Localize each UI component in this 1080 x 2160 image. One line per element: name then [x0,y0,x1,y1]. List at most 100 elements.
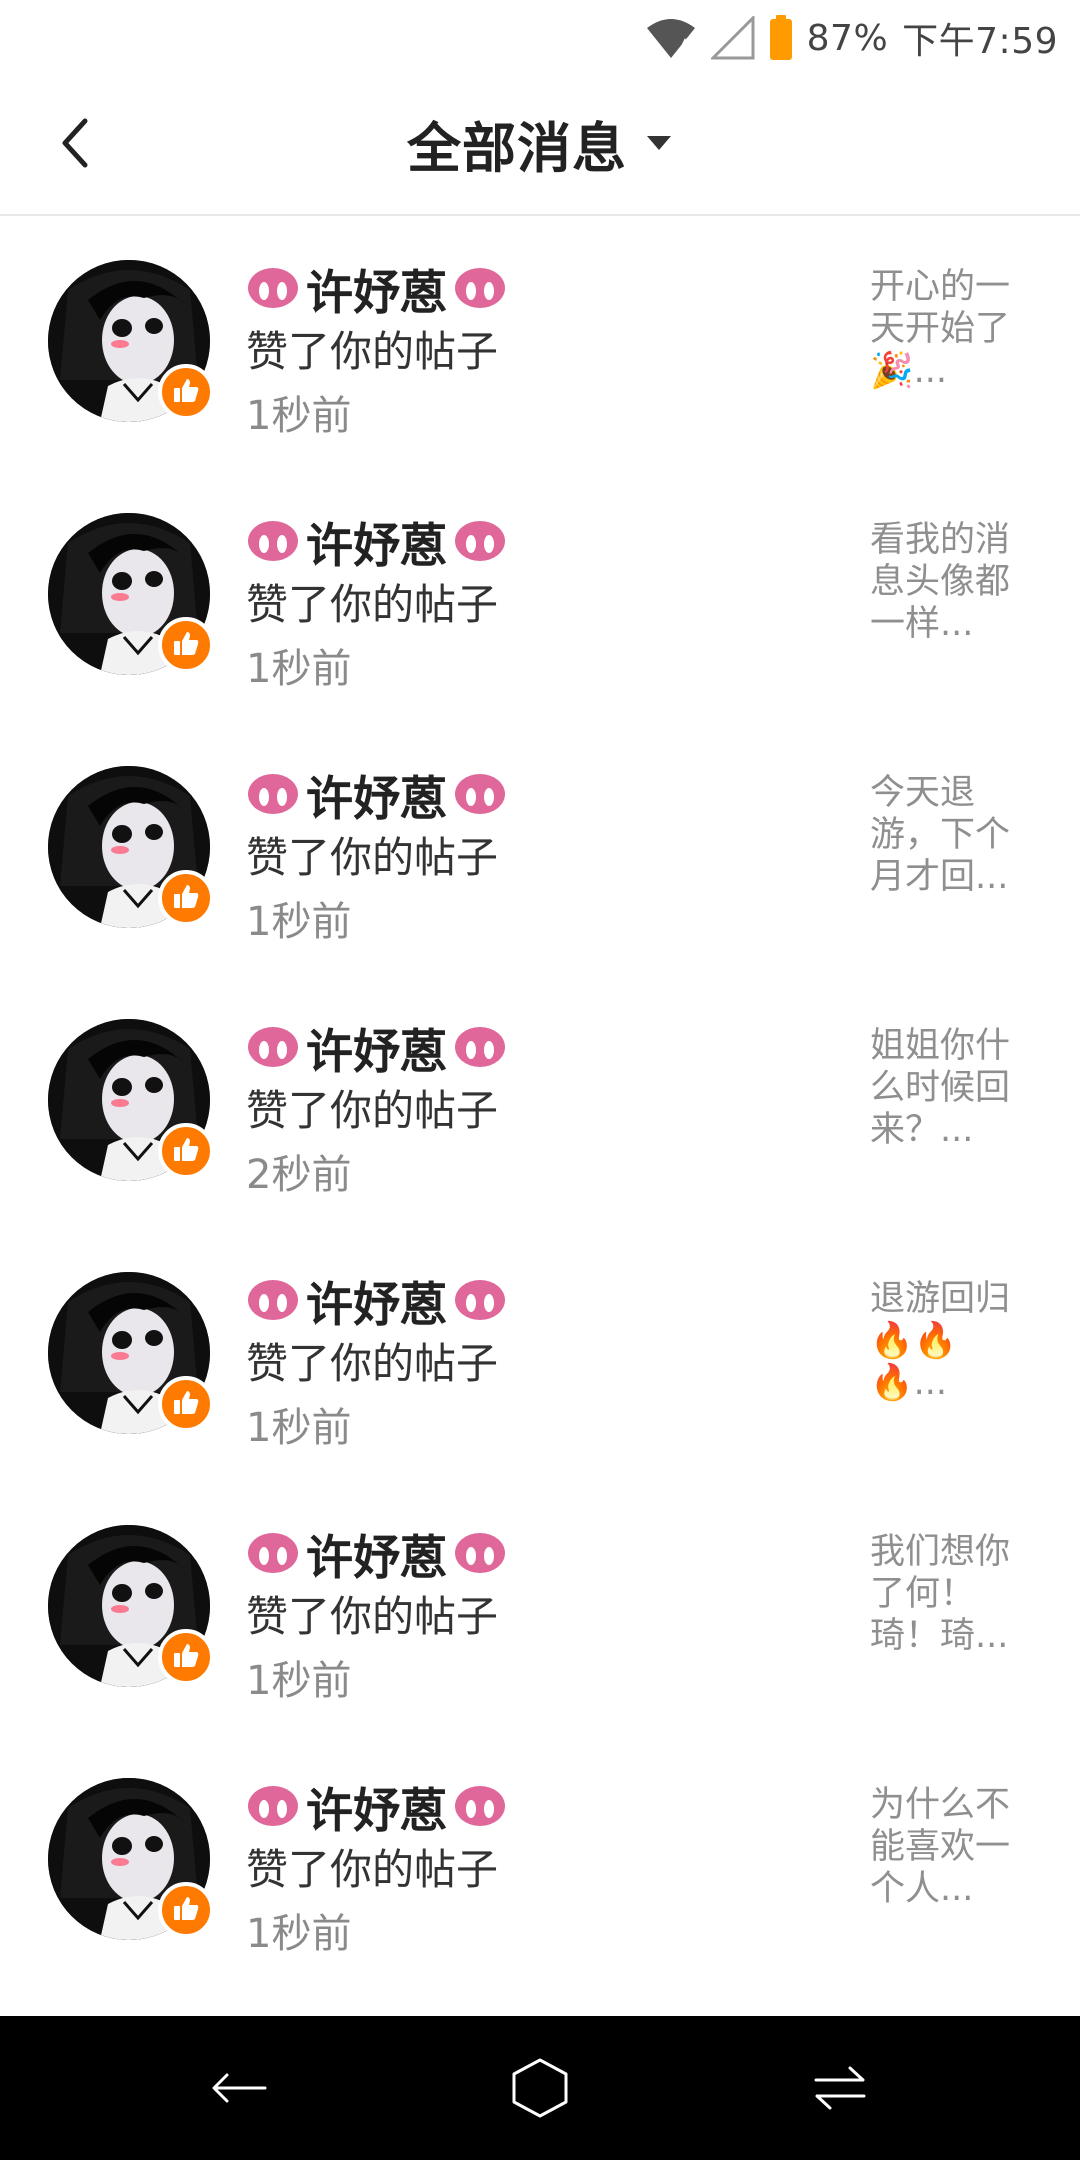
post-preview[interactable]: 为什么不能喜欢一个人... [870,1784,1030,1910]
action-text: 赞了你的帖子 [246,1845,499,1894]
post-preview[interactable]: 姐姐你什么时候回来？... [870,1025,1030,1151]
user-name: 许妤蒽 [306,518,447,574]
timestamp: 1秒前 [246,646,352,692]
like-badge [158,1882,214,1938]
post-preview[interactable]: 今天退游，下个月才回... [870,772,1030,898]
pig-nose-icon [455,1786,505,1826]
pig-nose-icon [455,521,505,561]
avatar[interactable] [48,1778,214,1940]
notification-text: 许妤蒽赞了你的帖子 1秒前 [246,1521,806,1711]
action-text: 赞了你的帖子 [246,1339,499,1388]
user-name-line[interactable]: 许妤蒽 [246,1015,806,1080]
avatar[interactable] [48,260,214,422]
pig-nose-icon [248,521,298,561]
avatar[interactable] [48,766,214,928]
action-text: 赞了你的帖子 [246,1592,499,1641]
user-name: 许妤蒽 [306,1024,447,1080]
status-icons: 87% 下午7:59 [645,10,1058,66]
thumbs-up-icon [171,1640,201,1674]
timestamp: 1秒前 [246,1405,352,1451]
timestamp: 1秒前 [246,1658,352,1704]
avatar[interactable] [48,1525,214,1687]
avatar[interactable] [48,1272,214,1434]
notification-row[interactable]: 许妤蒽赞了你的帖子 1秒前 我们想你了何！琦！琦... [0,1481,1080,1734]
battery-percent: 87% [806,17,889,59]
like-badge [158,1629,214,1685]
battery-icon [769,15,793,61]
app-header: 全部消息 [0,72,1080,216]
notification-row[interactable]: 许妤蒽赞了你的帖子 2秒前 姐姐你什么时候回来？... [0,975,1080,1228]
caret-down-icon [647,136,671,150]
notification-text: 许妤蒽赞了你的帖子 1秒前 [246,509,806,699]
user-name-line[interactable]: 许妤蒽 [246,1521,806,1586]
action-text: 赞了你的帖子 [246,833,499,882]
user-name: 许妤蒽 [306,1783,447,1839]
nav-back-button[interactable] [203,2052,275,2124]
pig-nose-icon [248,1027,298,1067]
nav-home-button[interactable] [504,2052,576,2124]
notification-row[interactable]: 许妤蒽赞了你的帖子 1秒前 为什么不能喜欢一个人... [0,1734,1080,1987]
pig-nose-icon [248,1533,298,1573]
like-badge [158,617,214,673]
pig-nose-icon [455,1533,505,1573]
user-name-line[interactable]: 许妤蒽 [246,1268,806,1333]
like-badge [158,1123,214,1179]
timestamp: 1秒前 [246,393,352,439]
page-title: 全部消息 [407,116,627,180]
clock: 下午7:59 [902,21,1058,62]
signal-icon [710,16,755,60]
user-name: 许妤蒽 [306,1277,447,1333]
notification-text: 许妤蒽赞了你的帖子 2秒前 [246,1015,806,1205]
back-arrow-icon [212,2073,267,2103]
notification-row[interactable]: 许妤蒽赞了你的帖子 1秒前 今天退游，下个月才回... [0,722,1080,975]
notification-list: 许妤蒽 赞了你的帖子 1秒前 开心的一天开始了🎉... 许妤蒽 赞了你的帖子 1秒前 看我的消… [0,216,1080,1987]
user-name-line[interactable]: 许妤蒽 [246,762,806,827]
thumbs-up-icon [171,1893,201,1927]
notification-text: 许妤蒽赞了你的帖子 1秒前 [246,1268,806,1458]
like-badge [158,364,214,420]
timestamp: 1秒前 [246,1911,352,1957]
notification-row[interactable]: 许妤蒽赞了你的帖子 1秒前 退游回归🔥🔥🔥... [0,1228,1080,1481]
recents-switch-icon [814,2066,866,2110]
user-name: 许妤蒽 [306,1530,447,1586]
home-icon [512,2058,568,2118]
system-nav-bar [0,2016,1080,2160]
action-text: 赞了你的帖子 [246,580,499,629]
post-preview[interactable]: 我们想你了何！琦！琦... [870,1531,1030,1657]
user-name-line[interactable]: 许妤蒽 [246,509,806,574]
notification-text: 许妤蒽赞了你的帖子 1秒前 [246,256,806,446]
action-text: 赞了你的帖子 [246,1086,499,1135]
thumbs-up-icon [171,375,201,409]
pig-nose-icon [248,774,298,814]
timestamp: 1秒前 [246,899,352,945]
avatar[interactable] [48,1019,214,1181]
pig-nose-icon [248,1786,298,1826]
user-name-line[interactable]: 许妤蒽 [246,1774,806,1839]
like-badge [158,870,214,926]
thumbs-up-icon [171,881,201,915]
timestamp: 2秒前 [246,1152,352,1198]
action-text: 赞了你的帖子 [246,327,499,376]
thumbs-up-icon [171,1134,201,1168]
pig-nose-icon [248,268,298,308]
notification-text: 许妤蒽赞了你的帖子 1秒前 [246,1774,806,1964]
title-dropdown[interactable]: 全部消息 [0,72,1080,214]
status-bar: 87% 下午7:59 [0,0,1080,72]
wifi-icon [645,16,697,60]
notification-row[interactable]: 许妤蒽赞了你的帖子 1秒前 开心的一天开始了🎉... [0,216,1080,469]
post-preview[interactable]: 退游回归🔥🔥🔥... [870,1278,1030,1404]
avatar[interactable] [48,513,214,675]
thumbs-up-icon [171,1387,201,1421]
user-name: 许妤蒽 [306,771,447,827]
user-name-line[interactable]: 许妤蒽 [246,256,806,321]
notification-row[interactable]: 许妤蒽赞了你的帖子 1秒前 看我的消息头像都一样... [0,469,1080,722]
nav-recents-button[interactable] [804,2052,876,2124]
pig-nose-icon [455,774,505,814]
post-preview[interactable]: 开心的一天开始了🎉... [870,266,1030,392]
pig-nose-icon [248,1280,298,1320]
notification-text: 许妤蒽赞了你的帖子 1秒前 [246,762,806,952]
thumbs-up-icon [171,628,201,662]
like-badge [158,1376,214,1432]
post-preview[interactable]: 看我的消息头像都一样... [870,519,1030,645]
user-name: 许妤蒽 [306,265,447,321]
